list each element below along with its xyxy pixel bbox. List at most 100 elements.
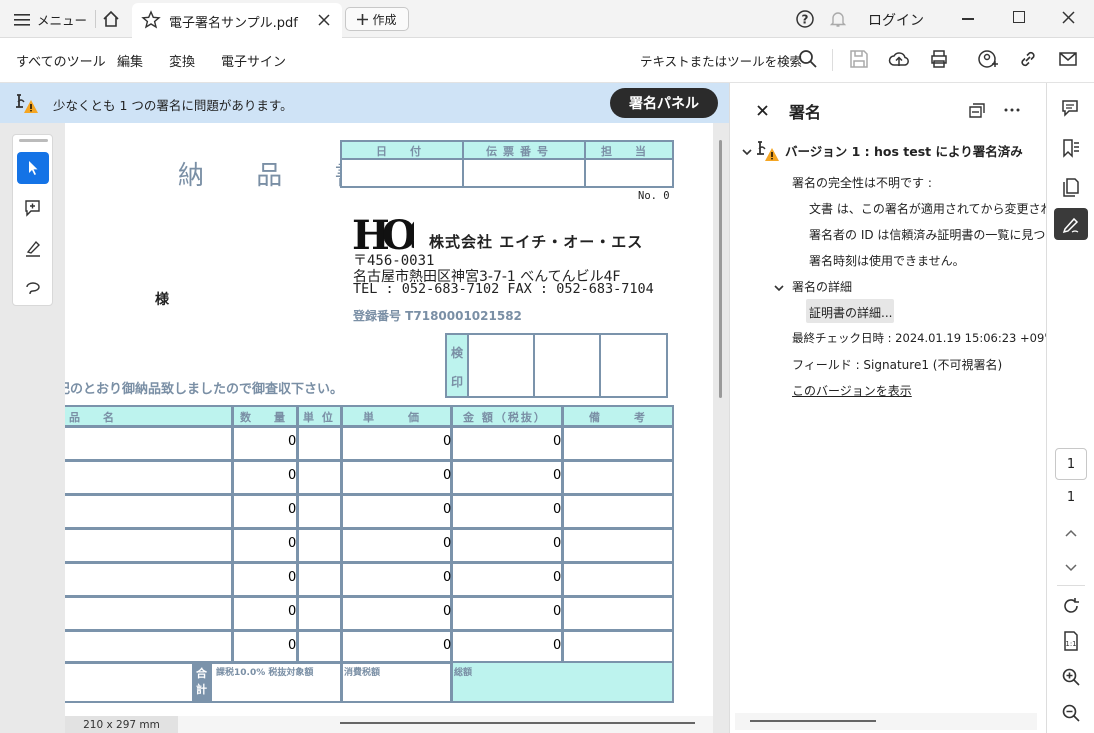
comment-tool[interactable] (17, 192, 49, 224)
number-label: No. 0 (638, 190, 670, 202)
menu-e-sign[interactable]: 電子サイン (221, 51, 286, 70)
search-icon[interactable] (797, 48, 819, 70)
right-rail: 1 1 1:1 (1046, 83, 1094, 733)
signature-warning-banner: 少なくとも 1 つの署名に問題があります。 署名パネル (0, 83, 729, 123)
close-window-icon[interactable] (1062, 11, 1075, 24)
close-panel-icon[interactable] (757, 105, 768, 116)
star-icon[interactable] (141, 10, 161, 30)
company-logo: HOS (352, 213, 414, 255)
certificate-details-link[interactable]: 証明書の詳細... (809, 304, 892, 321)
registration-number: 登録番号 T7180001021582 (353, 309, 522, 323)
menu-bar: すべてのツール 編集 変換 電子サイン テキストまたはツールを検索 (0, 38, 1094, 83)
fit-page-button[interactable]: 1:1 (1059, 629, 1083, 653)
cursor-icon (29, 161, 38, 175)
staff-value (584, 158, 674, 188)
row-divider (65, 493, 672, 496)
unit-price-cell: 0 (443, 638, 452, 653)
quantity-cell: 0 (288, 502, 297, 517)
mail-icon[interactable] (1057, 48, 1079, 70)
hamburger-icon (14, 13, 30, 26)
menu-label: メニュー (37, 13, 88, 28)
quantity-cell: 0 (288, 638, 297, 653)
total-label-1: 合 (196, 667, 207, 680)
quantity-cell: 0 (288, 468, 297, 483)
pages-button[interactable] (1059, 175, 1083, 199)
bell-icon (829, 12, 847, 27)
comments-button[interactable] (1059, 96, 1083, 120)
select-tool[interactable] (17, 152, 49, 184)
quick-tools (12, 134, 53, 306)
zoom-out-button[interactable] (1059, 701, 1083, 725)
unit-price-cell: 0 (443, 434, 452, 449)
col-unit: 単 位 (303, 411, 335, 424)
unit-price-cell: 0 (443, 570, 452, 585)
amount-cell: 0 (553, 536, 562, 551)
draw-tool[interactable] (17, 272, 49, 304)
menu-edit[interactable]: 編集 (117, 51, 143, 70)
view-version-link[interactable]: このバージョンを表示 (792, 382, 912, 399)
divider (1057, 585, 1085, 586)
create-button[interactable]: 作成 (345, 7, 409, 31)
lasso-icon (26, 282, 40, 295)
vertical-scrollbar[interactable] (719, 140, 722, 398)
validate-all-icon[interactable] (967, 100, 987, 120)
signature-panel-button[interactable]: 署名パネル (610, 88, 718, 118)
total-label-2: 計 (196, 683, 207, 696)
menu-all-tools[interactable]: すべてのツール (16, 51, 106, 70)
col-unit-price: 単 価 (363, 411, 423, 424)
col-divider (296, 407, 299, 663)
share-user-icon[interactable] (977, 48, 999, 70)
tab-document[interactable]: 電子署名サンプル.pdf (132, 3, 342, 38)
login-link[interactable]: ログイン (868, 10, 924, 30)
more-options-icon[interactable] (1004, 108, 1020, 112)
date-header-label: 日 付 (376, 145, 427, 158)
refresh-button[interactable] (1059, 594, 1083, 618)
date-value (340, 158, 464, 188)
highlight-tool[interactable] (17, 232, 49, 264)
sign-pen-icon (1062, 217, 1079, 234)
notification-button[interactable] (828, 9, 848, 29)
menu-button[interactable]: メニュー (14, 10, 87, 29)
stamp-label-1: 検 (451, 346, 464, 360)
banner-message: 少なくとも 1 つの署名に問題があります。 (53, 98, 293, 113)
menu-convert[interactable]: 変換 (169, 51, 195, 70)
consumption-tax-label: 消費税額 (344, 668, 381, 678)
chevron-down-icon[interactable] (741, 146, 753, 158)
chevron-up-icon[interactable] (1065, 529, 1077, 539)
panel-title: 署名 (789, 103, 822, 122)
chevron-down-icon[interactable] (773, 282, 785, 294)
taxable-amount-label: 課税10.0% 税抜対象額 (216, 668, 314, 678)
page-size-indicator: 210 x 297 mm (65, 716, 178, 733)
print-icon[interactable] (928, 48, 950, 70)
zoom-in-button[interactable] (1059, 665, 1083, 689)
pdf-page: 納 品 書 日 付 伝票番号 担 当 No. 0 HOS 株式会社 エイチ・オー… (65, 123, 713, 716)
add-comment-icon (25, 200, 40, 217)
cloud-upload-icon[interactable] (888, 48, 910, 70)
zoom-out-icon (1062, 704, 1080, 722)
page-number-input[interactable]: 1 (1055, 448, 1087, 480)
signature-version[interactable]: バージョン 1 : hos test により署名済み (785, 141, 1023, 160)
pages-icon (1063, 178, 1079, 197)
signature-details-heading[interactable]: 署名の詳細 (792, 278, 852, 295)
create-label: 作成 (372, 12, 397, 27)
bookmarks-button[interactable] (1059, 136, 1083, 160)
link-icon[interactable] (1017, 48, 1039, 70)
help-button[interactable]: ? (795, 9, 815, 29)
unit-price-cell: 0 (443, 468, 452, 483)
signature-warning-icon (16, 94, 38, 113)
horizontal-scrollbar[interactable] (340, 722, 695, 724)
slip-number-label: 伝票番号 (486, 145, 554, 158)
chevron-down-icon[interactable] (1065, 562, 1077, 572)
tool-search-label[interactable]: テキストまたはツールを検索 (640, 51, 802, 70)
panel-horizontal-scrollbar[interactable] (750, 720, 876, 722)
minimize-icon[interactable] (962, 18, 974, 20)
home-button[interactable] (101, 9, 121, 29)
close-tab-icon[interactable] (318, 14, 330, 26)
signature-warning-icon (757, 141, 779, 161)
drag-handle[interactable] (19, 139, 48, 142)
save-icon[interactable] (848, 48, 870, 70)
maximize-icon[interactable] (1013, 11, 1025, 23)
signatures-button[interactable] (1054, 208, 1088, 240)
customer-honorific: 様 (155, 292, 169, 308)
staff-label: 担 当 (601, 145, 652, 158)
